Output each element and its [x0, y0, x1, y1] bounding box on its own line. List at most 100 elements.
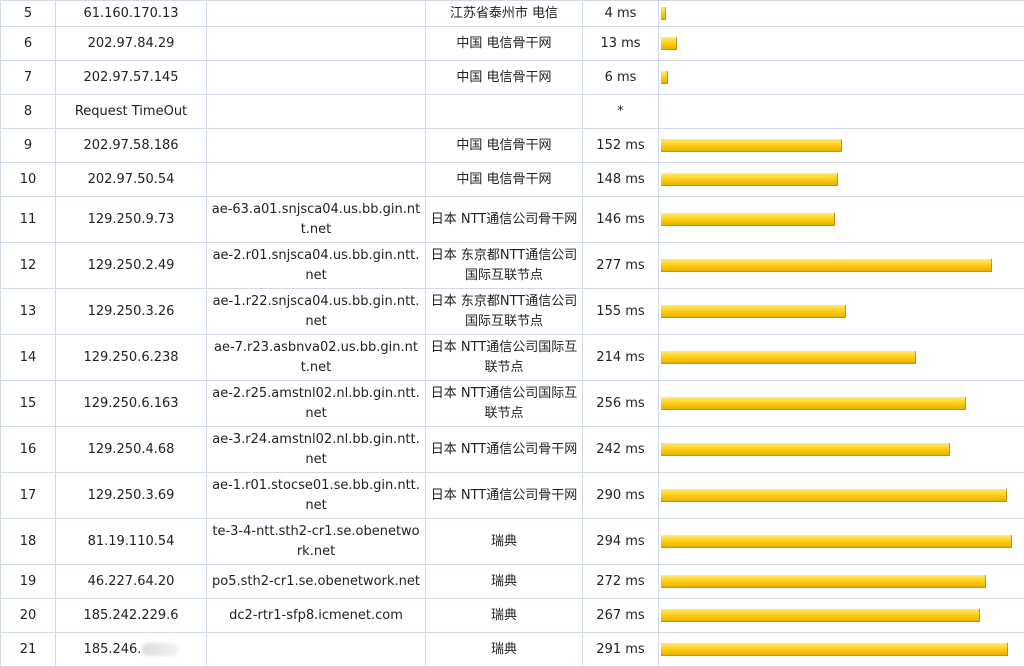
- latency-bar: [661, 535, 1012, 548]
- latency-bar: [661, 643, 1008, 656]
- ip-address-text: Request TimeOut: [75, 104, 187, 119]
- hop-number: 17: [1, 473, 56, 519]
- table-row: 21185.246.瑞典291 ms: [1, 633, 1024, 667]
- ip-address-text: 202.97.50.54: [88, 172, 175, 187]
- location: 日本 NTT通信公司骨干网: [426, 197, 583, 243]
- hop-number: 7: [1, 61, 56, 95]
- location: 中国 电信骨干网: [426, 129, 583, 163]
- ip-address: 129.250.6.163: [56, 381, 207, 427]
- hop-number: 6: [1, 27, 56, 61]
- hostname: ae-1.r22.snjsca04.us.bb.gin.ntt.net: [207, 289, 426, 335]
- latency-text: 256 ms: [583, 381, 659, 427]
- latency-text: 13 ms: [583, 27, 659, 61]
- ip-address-text: 129.250.2.49: [88, 258, 175, 273]
- latency-text: 242 ms: [583, 427, 659, 473]
- location: 日本 东京都NTT通信公司国际互联节点: [426, 243, 583, 289]
- hop-number: 14: [1, 335, 56, 381]
- table-row: 1881.19.110.54te-3-4-ntt.sth2-cr1.se.obe…: [1, 519, 1024, 565]
- latency-bar: [661, 351, 916, 364]
- ip-address: 129.250.9.73: [56, 197, 207, 243]
- location: 中国 电信骨干网: [426, 163, 583, 197]
- latency-bar: [661, 7, 666, 20]
- ip-address: 202.97.84.29: [56, 27, 207, 61]
- latency-text: 277 ms: [583, 243, 659, 289]
- location: 日本 NTT通信公司骨干网: [426, 427, 583, 473]
- hostname: dc2-rtr1-sfp8.icmenet.com: [207, 599, 426, 633]
- table-row: 561.160.170.13江苏省泰州市 电信4 ms: [1, 1, 1024, 27]
- latency-text: 291 ms: [583, 633, 659, 667]
- hostname: [207, 163, 426, 197]
- latency-bar-cell: [659, 381, 1024, 427]
- location: 日本 NTT通信公司国际互联节点: [426, 381, 583, 427]
- hop-number: 16: [1, 427, 56, 473]
- latency-text: 4 ms: [583, 1, 659, 27]
- latency-bar: [661, 305, 846, 318]
- latency-text: 152 ms: [583, 129, 659, 163]
- traceroute-rows: 561.160.170.13江苏省泰州市 电信4 ms6202.97.84.29…: [1, 1, 1024, 667]
- table-row: 12129.250.2.49ae-2.r01.snjsca04.us.bb.gi…: [1, 243, 1024, 289]
- latency-bar: [661, 37, 677, 50]
- ip-address-text: 202.97.58.186: [83, 138, 178, 153]
- latency-text: 155 ms: [583, 289, 659, 335]
- latency-bar-cell: [659, 163, 1024, 197]
- latency-bar-cell: [659, 27, 1024, 61]
- latency-bar-cell: [659, 427, 1024, 473]
- location: 瑞典: [426, 565, 583, 599]
- ip-address: 46.227.64.20: [56, 565, 207, 599]
- location: 中国 电信骨干网: [426, 27, 583, 61]
- table-row: 6 202.97.84.29 中国 电信骨干网13 ms: [1, 27, 1024, 61]
- hop-number: 20: [1, 599, 56, 633]
- table-row: 7202.97.57.145中国 电信骨干网6 ms: [1, 61, 1024, 95]
- traceroute-table: 561.160.170.13江苏省泰州市 电信4 ms6202.97.84.29…: [0, 0, 1024, 667]
- table-row: 15129.250.6.163ae-2.r25.amstnl02.nl.bb.g…: [1, 381, 1024, 427]
- ip-address-text: 185.242.229.6: [83, 608, 178, 623]
- hostname: [207, 1, 426, 27]
- hostname: ae-2.r01.snjsca04.us.bb.gin.ntt.net: [207, 243, 426, 289]
- hostname: ae-2.r25.amstnl02.nl.bb.gin.ntt.net: [207, 381, 426, 427]
- latency-bar-cell: [659, 335, 1024, 381]
- table-row: 20 185.242.229.6 dc2-rtr1-sfp8.icmenet.com…: [1, 599, 1024, 633]
- ip-address: 129.250.6.238: [56, 335, 207, 381]
- latency-text: 214 ms: [583, 335, 659, 381]
- ip-address-text: 129.250.4.68: [88, 442, 175, 457]
- latency-bar: [661, 259, 992, 272]
- table-row: 16 129.250.4.68 ae-3.r24.amstnl02.nl.bb.gi…: [1, 427, 1024, 473]
- table-row: 8Request TimeOut*: [1, 95, 1024, 129]
- ip-address: 185.246.: [56, 633, 207, 667]
- latency-bar-cell: [659, 197, 1024, 243]
- hostname: ae-7.r23.asbnva02.us.bb.gin.ntt.net: [207, 335, 426, 381]
- latency-bar: [661, 443, 950, 456]
- latency-bar-cell: [659, 95, 1024, 129]
- ip-address-text: 129.250.6.238: [83, 350, 178, 365]
- latency-bar: [661, 489, 1007, 502]
- table-row: 1946.227.64.20po5.sth2-cr1.se.obenetwork…: [1, 565, 1024, 599]
- latency-bar: [661, 173, 838, 186]
- hop-number: 10: [1, 163, 56, 197]
- latency-bar: [661, 575, 986, 588]
- hop-number: 13: [1, 289, 56, 335]
- ip-address-text: 61.160.170.13: [83, 6, 178, 21]
- latency-bar-cell: [659, 1, 1024, 27]
- latency-text: 294 ms: [583, 519, 659, 565]
- ip-address-text: 185.246.: [84, 642, 142, 657]
- ip-address-text: 202.97.84.29: [88, 36, 175, 51]
- hostname: te-3-4-ntt.sth2-cr1.se.obenetwork.net: [207, 519, 426, 565]
- hostname: ae-3.r24.amstnl02.nl.bb.gin.ntt.net: [207, 427, 426, 473]
- table-row: 9202.97.58.186中国 电信骨干网152 ms: [1, 129, 1024, 163]
- ip-address: 185.242.229.6: [56, 599, 207, 633]
- hop-number: 18: [1, 519, 56, 565]
- ip-address: 129.250.2.49: [56, 243, 207, 289]
- ip-address: 202.97.50.54: [56, 163, 207, 197]
- location: 日本 东京都NTT通信公司国际互联节点: [426, 289, 583, 335]
- hostname: po5.sth2-cr1.se.obenetwork.net: [207, 565, 426, 599]
- latency-bar-cell: [659, 599, 1024, 633]
- hostname: [207, 129, 426, 163]
- latency-text: 290 ms: [583, 473, 659, 519]
- location: 瑞典: [426, 599, 583, 633]
- latency-bar-cell: [659, 61, 1024, 95]
- location: 江苏省泰州市 电信: [426, 1, 583, 27]
- hostname: ae-1.r01.stocse01.se.bb.gin.ntt.net: [207, 473, 426, 519]
- ip-address-text: 129.250.3.69: [88, 488, 175, 503]
- ip-address: 129.250.3.26: [56, 289, 207, 335]
- hostname: [207, 633, 426, 667]
